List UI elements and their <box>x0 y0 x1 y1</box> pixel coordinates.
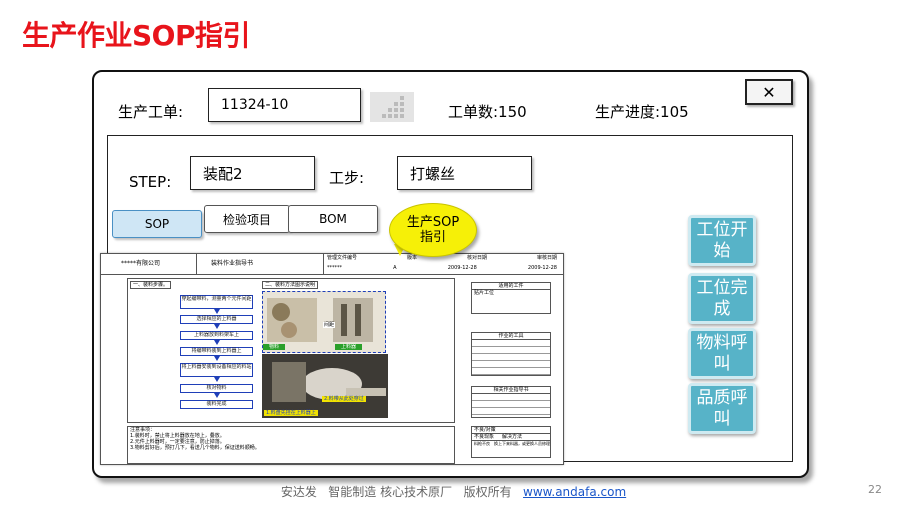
tab-inspection-items[interactable]: 检验项目 <box>204 205 290 233</box>
tab-sop[interactable]: SOP <box>112 210 202 238</box>
sop-window: 生产工单: 11324-10 工单数:150 生产进度:105 ✕ STEP: … <box>92 70 809 478</box>
side-title: 适用的工件 <box>472 283 550 290</box>
bad-header: 不良现象 <box>474 434 495 440</box>
meta-value: A <box>393 265 397 271</box>
sop-callout: 生产SOP指引 <box>389 203 477 257</box>
photo-loading: 1.料盘先挂在上料器上 2.料带从此处穿过 <box>262 354 388 418</box>
page-number: 22 <box>868 483 882 496</box>
side-title: 相关作业指导书 <box>472 387 550 394</box>
meta-header: 版本 <box>406 255 417 261</box>
label-tape-path: 2.料带从此处穿过 <box>322 396 366 402</box>
doc-steps-panel: 一、装料步骤。 二、装料方法图示说明 穿起编带料，测量两个元件间距 选择相应的上… <box>127 278 455 423</box>
doc-company: *****有限公司 <box>121 260 161 267</box>
side-value: 贴片工位 <box>474 290 495 296</box>
sop-document: *****有限公司 装料作业指导书 管理文件编号 版本 核对日期 审核日期 **… <box>100 253 564 465</box>
footer-rights: 版权所有 <box>463 485 512 499</box>
order-input[interactable]: 11324-10 <box>208 88 361 122</box>
close-button[interactable]: ✕ <box>745 79 793 105</box>
slide-title: 生产作业SOP指引 <box>22 19 251 52</box>
sop-step: 上料器放到料架车上 <box>180 331 253 340</box>
doc-meta-values: ****** A 2009-12-28 2009-12-28 <box>327 265 557 271</box>
divider <box>323 254 324 274</box>
section-method-title: 二、装料方法图示说明 <box>262 281 319 289</box>
label-spacing: 间距 <box>323 322 336 328</box>
barcode-scan-icon[interactable] <box>370 92 414 122</box>
sop-step: 将上料器安装到设备相应的料站 <box>180 363 253 377</box>
meta-header: 审核日期 <box>536 255 557 261</box>
meta-value: 2009-12-28 <box>447 265 477 271</box>
arrow-down-icon <box>214 356 220 361</box>
bad-cell: 换上下来料器，或更换人员修理 <box>494 441 550 446</box>
production-progress: 生产进度:105 <box>595 103 689 121</box>
doc-bad-table: 不良/对策 不良现象 解决方法 料枪不良 换上下来料器，或更换人员修理 <box>471 426 551 458</box>
label-feeder: 上料器 <box>335 344 363 350</box>
meta-header: 管理文件编号 <box>327 255 358 261</box>
side-title: 作业的工具 <box>472 333 550 340</box>
arrow-down-icon <box>214 324 220 329</box>
label-reel-hang: 1.料盘先挂在上料器上 <box>264 410 318 416</box>
doc-side-box: 适用的工件 贴片工位 <box>471 282 551 314</box>
meta-value: ****** <box>327 265 342 271</box>
footer-link[interactable]: www.andafa.com <box>523 485 626 499</box>
doc-side-box: 作业的工具 <box>471 332 551 376</box>
station-complete-button[interactable]: 工位完成 <box>688 273 756 324</box>
substep-input[interactable]: 打螺丝 <box>397 156 532 190</box>
order-label: 生产工单: <box>118 103 184 121</box>
bad-headers: 不良现象 解决方法 <box>472 434 550 441</box>
divider <box>196 254 197 274</box>
main-panel: STEP: 装配2 工步: 打螺丝 SOP 检验项目 BOM *****有限公司… <box>100 135 793 465</box>
sop-step: 选择相应的上料器 <box>180 315 253 324</box>
callout-text: 生产SOP指引 <box>406 215 460 245</box>
doc-title: 装料作业指导书 <box>211 260 254 267</box>
doc-side-box: 相关作业指导书 <box>471 386 551 418</box>
sop-step: 装料完成 <box>180 400 253 409</box>
arrow-down-icon <box>214 393 220 398</box>
step-label: STEP: <box>129 173 172 191</box>
bad-header: 解决方法 <box>502 434 523 440</box>
footer: 安达发 智能制造 核心技术原厂 版权所有 www.andafa.com <box>0 483 907 500</box>
footer-tagline: 智能制造 核心技术原厂 <box>328 485 453 499</box>
arrow-down-icon <box>214 309 220 314</box>
bad-row: 料枪不良 换上下来料器，或更换人员修理 <box>472 441 550 447</box>
bad-title: 不良/对策 <box>472 427 550 434</box>
footer-company: 安达发 <box>280 485 317 499</box>
note-line: 3.物料剪好后，预打几下，看送几个物料，保证送料顺畅。 <box>130 445 260 451</box>
sop-step: 核对物料 <box>180 384 253 393</box>
meta-header: 核对日期 <box>466 255 487 261</box>
step-input[interactable]: 装配2 <box>190 156 315 190</box>
photo-feeder: 物料 上料器 间距 <box>262 291 386 353</box>
tab-bom[interactable]: BOM <box>288 205 378 233</box>
material-call-button[interactable]: 物料呼叫 <box>688 328 756 379</box>
sop-step: 穿起编带料，测量两个元件间距 <box>180 295 253 309</box>
arrow-down-icon <box>214 340 220 345</box>
quality-call-button[interactable]: 品质呼叫 <box>688 383 756 434</box>
order-count: 工单数:150 <box>448 103 527 121</box>
label-material: 物料 <box>263 344 286 350</box>
meta-value: 2009-12-28 <box>527 265 557 271</box>
substep-label: 工步: <box>329 169 365 187</box>
station-start-button[interactable]: 工位开始 <box>688 215 756 266</box>
bad-cell: 料枪不良 <box>474 441 490 446</box>
arrow-down-icon <box>214 377 220 382</box>
section-steps-title: 一、装料步骤。 <box>130 281 172 289</box>
sop-step: 将编带料装到上料器上 <box>180 347 253 356</box>
doc-notes: 注意事项： 1.装料时，禁止将上料器放在地上，叠放。 2.元件上料器时，一定要注… <box>127 426 455 464</box>
doc-header: *****有限公司 装料作业指导书 管理文件编号 版本 核对日期 审核日期 **… <box>101 254 563 275</box>
